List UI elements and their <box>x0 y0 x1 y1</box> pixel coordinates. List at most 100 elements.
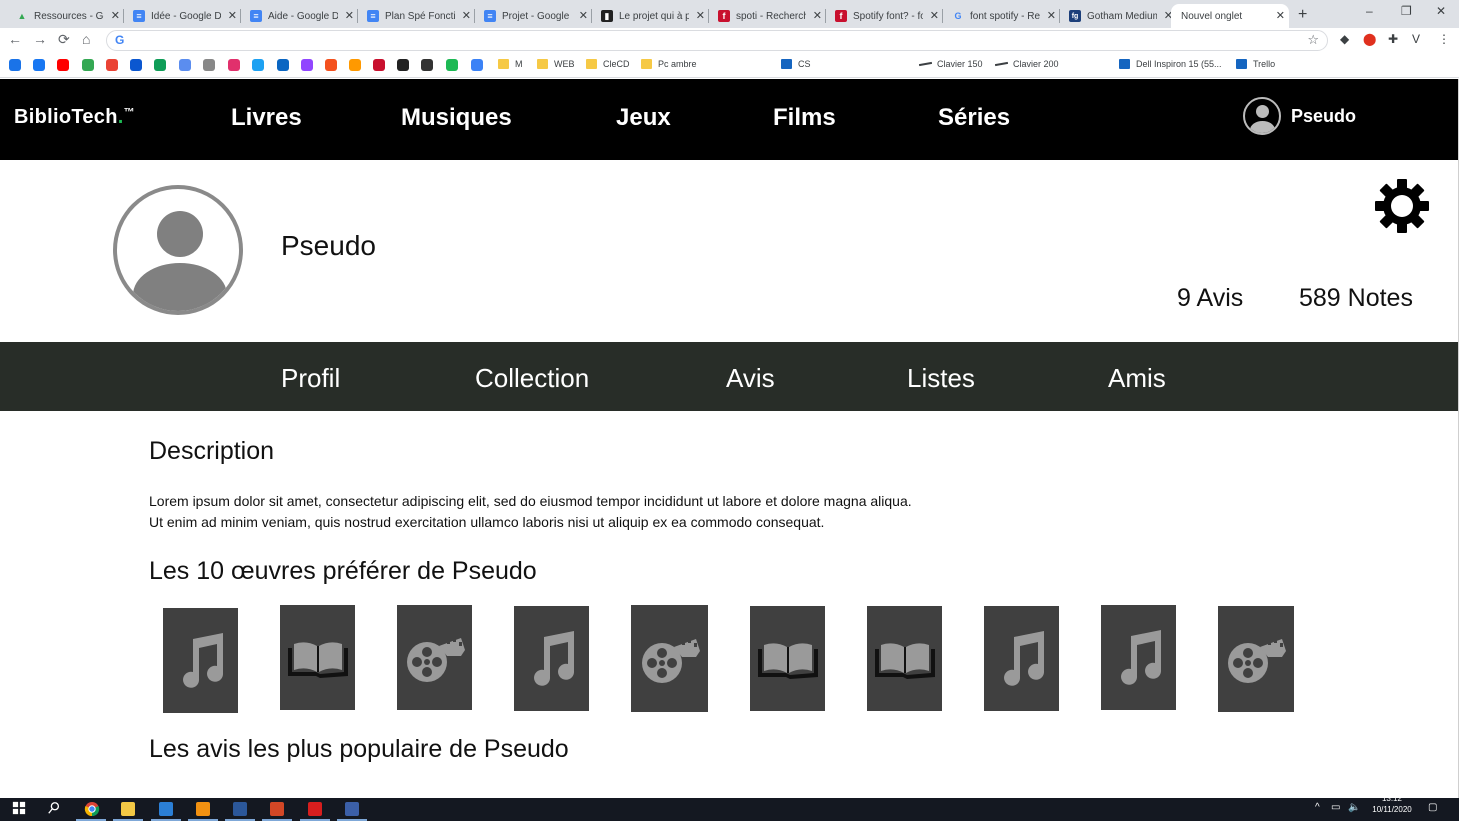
tab-collection[interactable]: Collection <box>475 363 589 394</box>
brand-logo[interactable]: BiblioTech.™ <box>14 106 135 129</box>
close-tab-icon[interactable]: ✕ <box>345 9 354 22</box>
bookmark-icon[interactable] <box>421 59 433 71</box>
network-icon[interactable]: ▭ <box>1331 802 1340 813</box>
chrome-icon[interactable] <box>84 801 100 817</box>
forward-button[interactable]: → <box>33 31 47 47</box>
bookmark-star-icon[interactable]: ☆ <box>1307 32 1319 48</box>
bookmark-icon[interactable] <box>373 59 385 71</box>
browser-tab[interactable]: ▲ Ressources - Goo ✕ <box>8 4 124 28</box>
close-tab-icon[interactable]: ✕ <box>228 9 237 22</box>
ratings-count[interactable]: 589 Notes <box>1299 284 1413 313</box>
bookmark-item[interactable]: Trello <box>1236 59 1275 69</box>
reviews-count[interactable]: 9 Avis <box>1177 284 1243 313</box>
home-button[interactable]: ⌂ <box>82 31 90 47</box>
nav-jeux[interactable]: Jeux <box>616 104 671 132</box>
favorite-work-card[interactable] <box>514 606 589 711</box>
tray-overflow-icon[interactable]: ^ <box>1315 802 1320 813</box>
browser-menu-icon[interactable]: ⋮ <box>1438 32 1450 46</box>
bookmark-icon[interactable] <box>130 59 142 71</box>
close-tab-icon[interactable]: ✕ <box>1276 9 1285 22</box>
gear-icon[interactable] <box>1374 178 1430 234</box>
favorite-work-card[interactable] <box>397 605 472 710</box>
notifications-icon[interactable]: ▢ <box>1428 802 1437 813</box>
start-icon[interactable] <box>12 801 28 817</box>
nav-films[interactable]: Films <box>773 104 836 132</box>
calculator-icon[interactable] <box>159 802 173 816</box>
browser-tab[interactable]: ≡ Aide - Google Do ✕ <box>242 4 358 28</box>
favorite-work-card[interactable] <box>163 608 238 713</box>
favorite-work-card[interactable] <box>867 606 942 711</box>
bookmark-icon[interactable] <box>252 59 264 71</box>
close-tab-icon[interactable]: ✕ <box>813 9 822 22</box>
minimize-button[interactable]: – <box>1366 4 1373 18</box>
extension-icon[interactable]: ⬤ <box>1363 32 1376 46</box>
close-tab-icon[interactable]: ✕ <box>111 9 120 22</box>
bookmark-icon[interactable] <box>397 59 409 71</box>
explorer-icon[interactable] <box>121 802 135 816</box>
close-tab-icon[interactable]: ✕ <box>1047 9 1056 22</box>
address-bar[interactable]: G ☆ <box>106 30 1328 51</box>
bookmark-icon[interactable] <box>471 59 483 71</box>
image-editor-icon[interactable] <box>345 802 359 816</box>
extension-icon[interactable]: V <box>1412 32 1420 46</box>
browser-tab[interactable]: f spoti - Recherch ✕ <box>710 4 826 28</box>
bookmark-item[interactable]: Clavier 150 <box>918 59 983 69</box>
nav-livres[interactable]: Livres <box>231 104 302 132</box>
new-tab-button[interactable]: + <box>1298 6 1307 24</box>
search-icon[interactable] <box>47 801 63 817</box>
browser-tab[interactable]: ≡ Plan Spé Fonctio ✕ <box>359 4 475 28</box>
favorite-work-card[interactable] <box>1101 605 1176 710</box>
browser-tab[interactable]: ≡ Idée - Google Do ✕ <box>125 4 241 28</box>
bookmark-icon[interactable] <box>446 59 458 71</box>
acrobat-icon[interactable] <box>308 802 322 816</box>
close-tab-icon[interactable]: ✕ <box>930 9 939 22</box>
bookmark-icon[interactable] <box>203 59 215 71</box>
close-tab-icon[interactable]: ✕ <box>696 9 705 22</box>
document-icon[interactable] <box>270 802 284 816</box>
favorite-work-card[interactable] <box>280 605 355 710</box>
back-button[interactable]: ← <box>8 31 22 47</box>
bookmark-icon[interactable] <box>9 59 21 71</box>
tab-avis[interactable]: Avis <box>726 363 775 394</box>
browser-tab-active[interactable]: Nouvel onglet ✕ <box>1171 4 1289 28</box>
browser-tab[interactable]: fg Gotham Medium ✕ <box>1061 4 1177 28</box>
bookmark-item[interactable]: Pc ambre <box>641 59 697 69</box>
close-tab-icon[interactable]: ✕ <box>462 9 471 22</box>
bookmark-icon[interactable] <box>33 59 45 71</box>
bookmark-icon[interactable] <box>277 59 289 71</box>
bookmark-item[interactable]: CS <box>781 59 811 69</box>
tab-profil[interactable]: Profil <box>281 363 340 394</box>
bookmark-item[interactable]: Dell Inspiron 15 (55... <box>1119 59 1222 69</box>
browser-tab[interactable]: f Spotify font? - fo ✕ <box>827 4 943 28</box>
bookmark-icon[interactable] <box>228 59 240 71</box>
volume-icon[interactable]: 🔈 <box>1348 802 1360 813</box>
bookmark-icon[interactable] <box>349 59 361 71</box>
bookmark-icon[interactable] <box>57 59 69 71</box>
bookmark-item[interactable]: M <box>498 59 523 69</box>
reload-button[interactable]: ⟳ <box>58 31 70 48</box>
nav-musiques[interactable]: Musiques <box>401 104 512 132</box>
bookmark-icon[interactable] <box>82 59 94 71</box>
tab-amis[interactable]: Amis <box>1108 363 1166 394</box>
restore-button[interactable]: ❐ <box>1401 4 1412 18</box>
favorite-work-card[interactable] <box>631 605 708 712</box>
bookmark-item[interactable]: CleCD <box>586 59 630 69</box>
word-icon[interactable] <box>233 802 247 816</box>
bookmark-icon[interactable] <box>179 59 191 71</box>
favorite-work-card[interactable] <box>984 606 1059 711</box>
extension-icon[interactable]: ◆ <box>1340 32 1349 46</box>
browser-tab[interactable]: G font spotify - Rec ✕ <box>944 4 1060 28</box>
nav-series[interactable]: Séries <box>938 104 1010 132</box>
bookmark-icon[interactable] <box>301 59 313 71</box>
favorite-work-card[interactable] <box>750 606 825 711</box>
browser-tab[interactable]: ≡ Projet - Google D ✕ <box>476 4 592 28</box>
bookmark-item[interactable]: Clavier 200 <box>994 59 1059 69</box>
close-tab-icon[interactable]: ✕ <box>579 9 588 22</box>
bookmark-item[interactable]: WEB <box>537 59 575 69</box>
system-clock[interactable]: 13:12 10/11/2020 <box>1362 794 1422 815</box>
user-menu[interactable]: Pseudo <box>1243 97 1356 135</box>
favorite-work-card[interactable] <box>1218 606 1294 712</box>
extensions-puzzle-icon[interactable]: ✚ <box>1388 32 1398 46</box>
bookmark-icon[interactable] <box>106 59 118 71</box>
bookmark-icon[interactable] <box>154 59 166 71</box>
